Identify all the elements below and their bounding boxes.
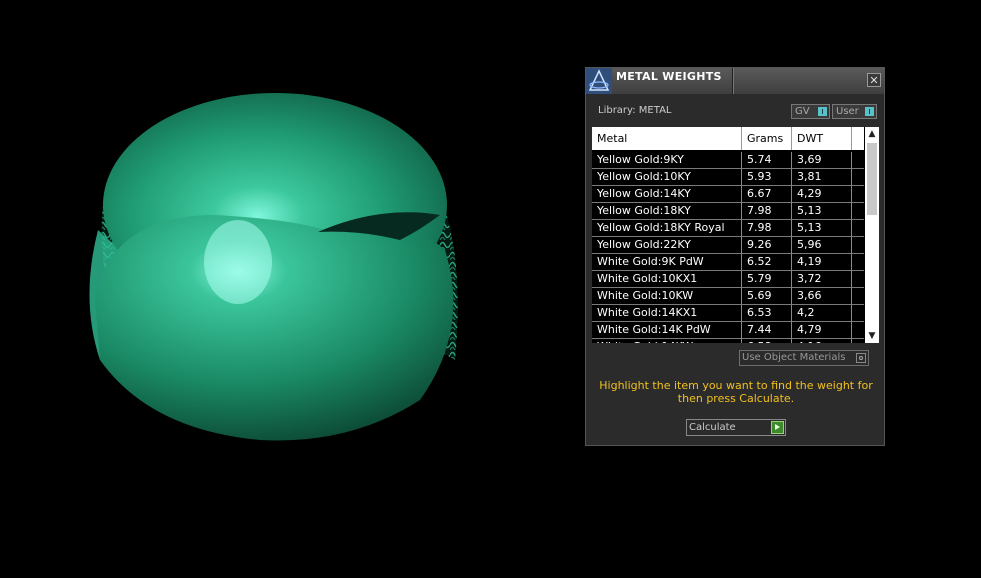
scroll-down-icon[interactable]: ▼ (865, 329, 879, 343)
cell-metal: White Gold:10KW (592, 288, 742, 305)
close-icon[interactable]: ✕ (867, 73, 881, 87)
cell-metal: White Gold:9K PdW (592, 254, 742, 271)
radio-button-icon[interactable] (856, 353, 866, 363)
cell-blank (852, 322, 864, 339)
cell-dwt: 5,13 (792, 220, 852, 237)
cell-grams: 5.74 (742, 152, 792, 169)
cell-grams: 5.93 (742, 169, 792, 186)
table-row[interactable]: Yellow Gold:10KY 5.93 3,81 (592, 169, 864, 186)
cell-grams: 7.44 (742, 322, 792, 339)
table-row[interactable]: White Gold:14KW6.584,16 (592, 339, 864, 343)
cell-blank (852, 203, 864, 220)
cell-dwt: 3,81 (792, 169, 852, 186)
cell-blank (852, 220, 864, 237)
instruction-text: Highlight the item you want to find the … (599, 379, 873, 405)
column-header-dwt[interactable]: DWT (792, 127, 852, 150)
cell-metal: White Gold:14KW (592, 339, 742, 343)
cell-grams: 6.58 (742, 339, 792, 343)
table-row[interactable]: Yellow Gold:22KY 9.26 5,96 (592, 237, 864, 254)
panel-titlebar[interactable]: METAL WEIGHTS ✕ (586, 68, 884, 94)
cell-metal: White Gold:14K PdW (592, 322, 742, 339)
table-row[interactable]: Yellow Gold:14KY 6.67 4,29 (592, 186, 864, 203)
scroll-up-icon[interactable]: ▲ (865, 127, 879, 141)
cell-grams: 5.79 (742, 271, 792, 288)
cell-grams: 6.53 (742, 305, 792, 322)
cell-dwt: 4,29 (792, 186, 852, 203)
cell-blank (852, 305, 864, 322)
cell-metal: Yellow Gold:14KY (592, 186, 742, 203)
gv-toggle[interactable]: GV (791, 104, 830, 119)
cell-grams: 6.67 (742, 186, 792, 203)
metal-weights-panel: METAL WEIGHTS ✕ Library: METAL GV User M… (585, 67, 885, 446)
cell-dwt: 4,79 (792, 322, 852, 339)
cell-dwt: 3,66 (792, 288, 852, 305)
cell-grams: 6.52 (742, 254, 792, 271)
cell-grams: 5.69 (742, 288, 792, 305)
gv-toggle-label: GV (795, 106, 810, 117)
cell-grams: 9.26 (742, 237, 792, 254)
table-header: Metal Grams DWT (592, 127, 864, 150)
table-row[interactable]: White Gold:9K PdW 6.52 4,19 (592, 254, 864, 271)
cell-blank (852, 271, 864, 288)
cell-dwt: 5,96 (792, 237, 852, 254)
cell-blank (852, 237, 864, 254)
scrollbar-thumb[interactable] (867, 143, 877, 215)
use-object-materials-label: Use Object Materials (742, 352, 846, 363)
cell-dwt: 5,13 (792, 203, 852, 220)
use-object-materials-option[interactable]: Use Object Materials (739, 350, 869, 366)
cell-metal: Yellow Gold:22KY (592, 237, 742, 254)
gv-toggle-switch-icon (818, 107, 827, 116)
cell-metal: Yellow Gold:9KY (592, 152, 742, 169)
cell-metal: Yellow Gold:10KY (592, 169, 742, 186)
table-row[interactable]: White Gold:10KW 5.69 3,66 (592, 288, 864, 305)
cell-blank (852, 339, 864, 343)
calculate-button[interactable]: Calculate (686, 419, 786, 436)
cell-dwt: 4,16 (792, 339, 852, 343)
column-header-grams[interactable]: Grams (742, 127, 792, 150)
calculate-label: Calculate (689, 422, 736, 433)
table-scrollbar[interactable]: ▲ ▼ (865, 127, 879, 343)
app-logo-icon (586, 68, 612, 94)
cell-metal: Yellow Gold:18KY Royal (592, 220, 742, 237)
library-label: Library: METAL (598, 105, 672, 116)
column-header-metal[interactable]: Metal (592, 127, 742, 150)
cell-blank (852, 288, 864, 305)
cell-grams: 7.98 (742, 220, 792, 237)
table-body: Yellow Gold:9KY 5.74 3,69 Yellow Gold:10KY 5… (592, 152, 864, 343)
cell-blank (852, 254, 864, 271)
cell-blank (852, 152, 864, 169)
table-row[interactable]: White Gold:10KX1 5.79 3,72 (592, 271, 864, 288)
user-toggle-switch-icon (865, 107, 874, 116)
table-row[interactable]: Yellow Gold:9KY 5.74 3,69 (592, 152, 864, 169)
cell-dwt: 4,2 (792, 305, 852, 322)
panel-title: METAL WEIGHTS (616, 70, 722, 83)
play-arrow-icon (771, 421, 784, 434)
user-toggle[interactable]: User (832, 104, 877, 119)
cell-metal: White Gold:10KX1 (592, 271, 742, 288)
cell-blank (852, 169, 864, 186)
cell-dwt: 4,19 (792, 254, 852, 271)
cell-dwt: 3,69 (792, 152, 852, 169)
table-row[interactable]: Yellow Gold:18KY Royal 7.98 5,13 (592, 220, 864, 237)
title-divider (732, 68, 734, 94)
table-row[interactable]: White Gold:14K PdW 7.44 4,79 (592, 322, 864, 339)
table-row[interactable]: Yellow Gold:18KY 7.98 5,13 (592, 203, 864, 220)
metal-table: Metal Grams DWT Yellow Gold:9KY 5.74 3,69 Y… (592, 127, 879, 343)
column-header-blank (852, 127, 864, 150)
cell-metal: White Gold:14KX1 (592, 305, 742, 322)
table-row[interactable]: White Gold:14KX1 6.53 4,2 (592, 305, 864, 322)
user-toggle-label: User (836, 106, 859, 117)
cell-metal: Yellow Gold:18KY (592, 203, 742, 220)
cell-dwt: 3,72 (792, 271, 852, 288)
cell-blank (852, 186, 864, 203)
cell-grams: 7.98 (742, 203, 792, 220)
